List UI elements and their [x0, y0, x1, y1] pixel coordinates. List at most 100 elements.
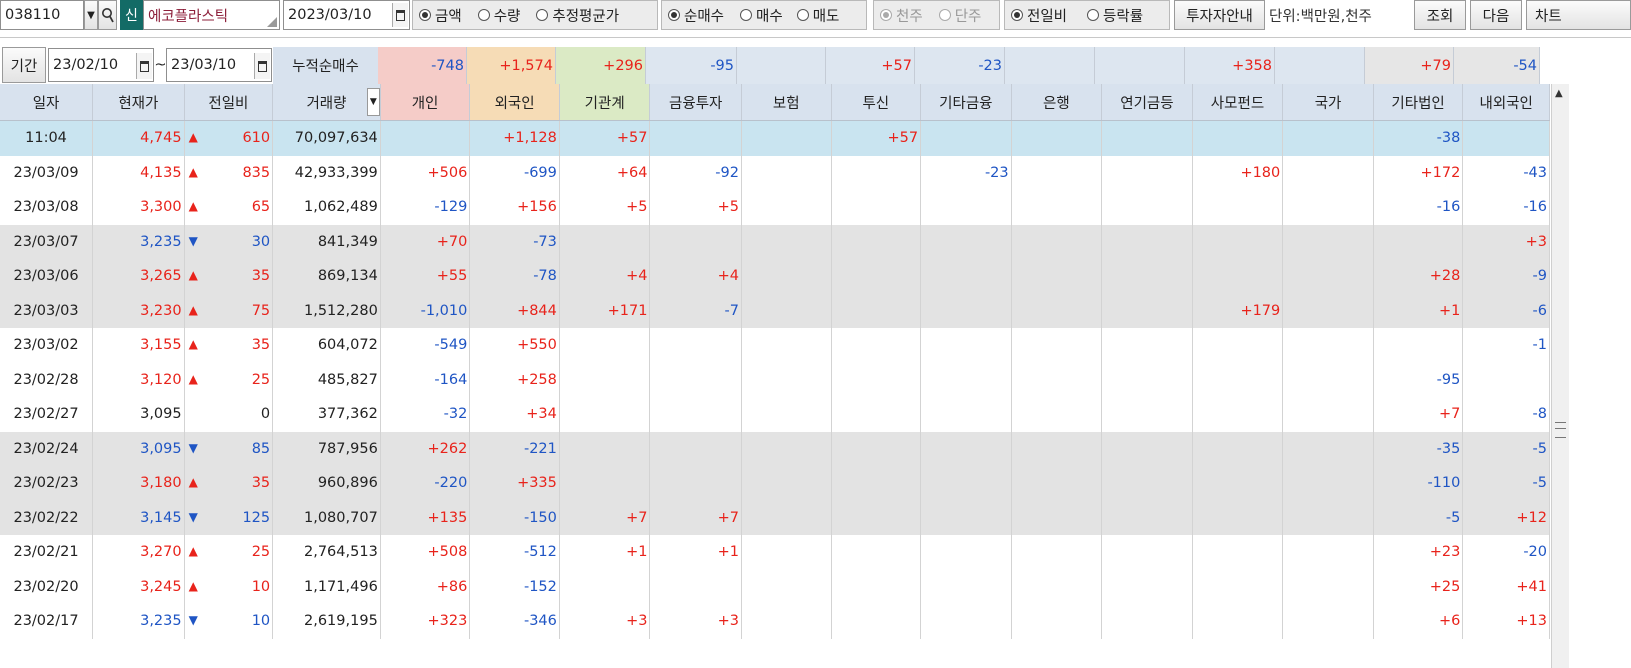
radio-prev-day[interactable]: 전일비 [1011, 5, 1067, 26]
col-header-label: 국가 [1314, 95, 1342, 112]
table-row[interactable]: 23/02/20 3,245 ▲ 10 1,171,496 +86 -152 +25 +41 [0, 569, 1550, 604]
col-header-foreign[interactable]: 외국인 [469, 84, 560, 121]
table-row[interactable]: 23/02/21 3,270 ▲ 25 2,764,513 +508 -512 +1 +1 +23… [0, 535, 1550, 570]
col-header-change[interactable]: 전일비 [184, 84, 274, 121]
cumulative-other-finance: -23 [915, 47, 1005, 84]
table-row[interactable]: 23/03/06 3,265 ▲ 35 869,134 +55 -78 +4 +4 +28 -9 [0, 259, 1550, 294]
table-row[interactable]: 23/03/02 3,155 ▲ 35 604,072 -549 +550 -1 [0, 328, 1550, 363]
cell-change-value: 25 [251, 544, 271, 561]
cell-institution: +1 [559, 535, 651, 570]
value-type-group: 금액 수량 추정평균가 [412, 0, 658, 30]
table-row[interactable]: 23/03/03 3,230 ▲ 75 1,512,280 -1,010 +844 +171-… [0, 293, 1550, 328]
radio-amount[interactable]: 금액 [419, 5, 462, 26]
stock-code-input[interactable]: 038110 [0, 0, 84, 30]
investor-guide-button[interactable]: 투자자안내 [1174, 0, 1265, 30]
cell-government [1282, 431, 1374, 466]
cell-volume: 604,072 [272, 328, 381, 363]
cell-other-corporation: -16 [1373, 190, 1464, 225]
col-header-bank[interactable]: 은행 [1011, 84, 1103, 121]
change-type-group: 전일비 등락률 [1004, 0, 1170, 30]
query-button[interactable]: 조회 [1414, 0, 1466, 30]
volume-dropdown-icon[interactable]: ▼ [366, 88, 380, 116]
cell-other-corporation: -35 [1373, 431, 1464, 466]
col-header-other-corporation[interactable]: 기타법인 [1373, 84, 1464, 121]
cell-change: ▲ 25 [184, 535, 274, 570]
cell-foreign: +844 [469, 293, 560, 328]
cell-insurance [741, 466, 832, 501]
col-header-investment-trust[interactable]: 투신 [831, 84, 922, 121]
radio-quantity[interactable]: 수량 [477, 5, 520, 26]
table-row[interactable]: 11:04 4,745 ▲ 610 70,097,634 +1,128 +57 +57 -38 [0, 120, 1550, 156]
next-button[interactable]: 다음 [1470, 0, 1522, 30]
cell-other-corporation: -110 [1373, 466, 1464, 501]
table-row[interactable]: 23/02/24 3,095 ▼ 85 787,956 +262 -221 -35 -5 [0, 431, 1550, 466]
cell-institution: +3 [559, 604, 651, 639]
vertical-scrollbar[interactable]: ▲ [1551, 84, 1570, 668]
radio-thousand-shares-label: 천주 [896, 8, 923, 25]
cell-volume: 1,512,280 [272, 293, 381, 328]
cell-institution: +7 [559, 500, 651, 535]
col-header-individual[interactable]: 개인 [380, 84, 471, 121]
scroll-up-icon[interactable]: ▲ [1555, 88, 1563, 99]
calendar-icon[interactable] [392, 3, 408, 27]
col-header-date[interactable]: 일자 [0, 84, 94, 121]
cell-domestic-foreign: -5 [1462, 466, 1550, 501]
col-header-pension-fund[interactable]: 연기금등 [1101, 84, 1193, 121]
table-row[interactable]: 23/02/23 3,180 ▲ 35 960,896 -220 +335 -110 -5 [0, 466, 1550, 501]
radio-single-shares[interactable]: 단주 [938, 5, 981, 26]
col-header-other-finance[interactable]: 기타금융 [920, 84, 1012, 121]
radio-est-avg-price[interactable]: 추정평균가 [536, 5, 619, 26]
stock-search-button[interactable] [98, 0, 117, 30]
cell-volume: 377,362 [272, 397, 381, 432]
cell-insurance [741, 293, 832, 328]
radio-thousand-shares[interactable]: 천주 [880, 5, 923, 26]
stock-name-field[interactable]: 에코플라스틱 [143, 0, 280, 30]
cell-pension-fund [1101, 535, 1193, 570]
radio-sell[interactable]: 매도 [796, 5, 840, 26]
radio-change-rate[interactable]: 등락률 [1087, 5, 1143, 26]
col-header-institution[interactable]: 기관계 [559, 84, 651, 121]
col-header-insurance[interactable]: 보험 [741, 84, 832, 121]
table-row[interactable]: 23/03/09 4,135 ▲ 835 42,933,399 +506 -699 +64 -9… [0, 155, 1550, 190]
table-row[interactable]: 23/02/22 3,145 ▼ 125 1,080,707 +135 -150 +7 +7 -5… [0, 500, 1550, 535]
cell-institution [559, 224, 651, 259]
date-input[interactable]: 2023/03/10 [283, 0, 410, 30]
col-header-domestic-foreign[interactable]: 내외국인 [1462, 84, 1550, 121]
col-header-volume[interactable]: 거래량 ▼ [272, 84, 381, 121]
cell-volume: 2,619,195 [272, 604, 381, 639]
table-row[interactable]: 23/03/08 3,300 ▲ 65 1,062,489 -129 +156 +5 +5 -16… [0, 190, 1550, 225]
cell-pension-fund [1101, 569, 1193, 604]
period-to-input[interactable]: 23/03/10 [166, 48, 272, 82]
chart-button[interactable]: 차트 [1526, 0, 1631, 30]
cell-other-corporation: +23 [1373, 535, 1464, 570]
col-header-government[interactable]: 국가 [1282, 84, 1374, 121]
table-row[interactable]: 23/02/27 3,095 0 377,362 -32 +34 +7 -8 [0, 397, 1550, 432]
cell-bank [1011, 293, 1103, 328]
cell-date: 23/02/24 [0, 431, 94, 466]
table-row[interactable]: 23/03/07 3,235 ▼ 30 841,349 +70 -73 +3 [0, 224, 1550, 259]
col-header-financial-investment[interactable]: 금융투자 [649, 84, 742, 121]
col-header-label: 현재가 [118, 95, 159, 112]
scroll-grip-icon[interactable] [1555, 422, 1566, 438]
period-from-value: 23/02/10 [53, 57, 119, 73]
col-header-private-equity[interactable]: 사모펀드 [1192, 84, 1284, 121]
cell-date: 23/03/09 [0, 155, 94, 190]
col-header-price[interactable]: 현재가 [92, 84, 185, 121]
radio-net-buy[interactable]: 순매수 [668, 5, 724, 26]
table-row[interactable]: 23/02/28 3,120 ▲ 25 485,827 -164 +258 -95 [0, 362, 1550, 397]
cell-other-finance [920, 293, 1012, 328]
cell-price: 3,300 [92, 190, 185, 225]
stock-code-dropdown-button[interactable]: ▼ [84, 0, 98, 30]
radio-buy[interactable]: 매수 [740, 5, 783, 26]
calendar-icon[interactable] [136, 53, 152, 79]
cell-government [1282, 569, 1374, 604]
cell-private-equity: +179 [1192, 293, 1284, 328]
calendar-icon[interactable] [254, 53, 270, 79]
table-row[interactable]: 23/02/17 3,235 ▼ 10 2,619,195 +323 -346 +3 +3 +6 +… [0, 604, 1550, 639]
period-from-input[interactable]: 23/02/10 [48, 48, 154, 82]
cell-price: 3,120 [92, 362, 185, 397]
cell-insurance [741, 120, 832, 156]
new-badge-label: 신 [125, 8, 138, 24]
radio-sell-label: 매도 [812, 8, 840, 25]
query-button-label: 조회 [1426, 8, 1454, 25]
